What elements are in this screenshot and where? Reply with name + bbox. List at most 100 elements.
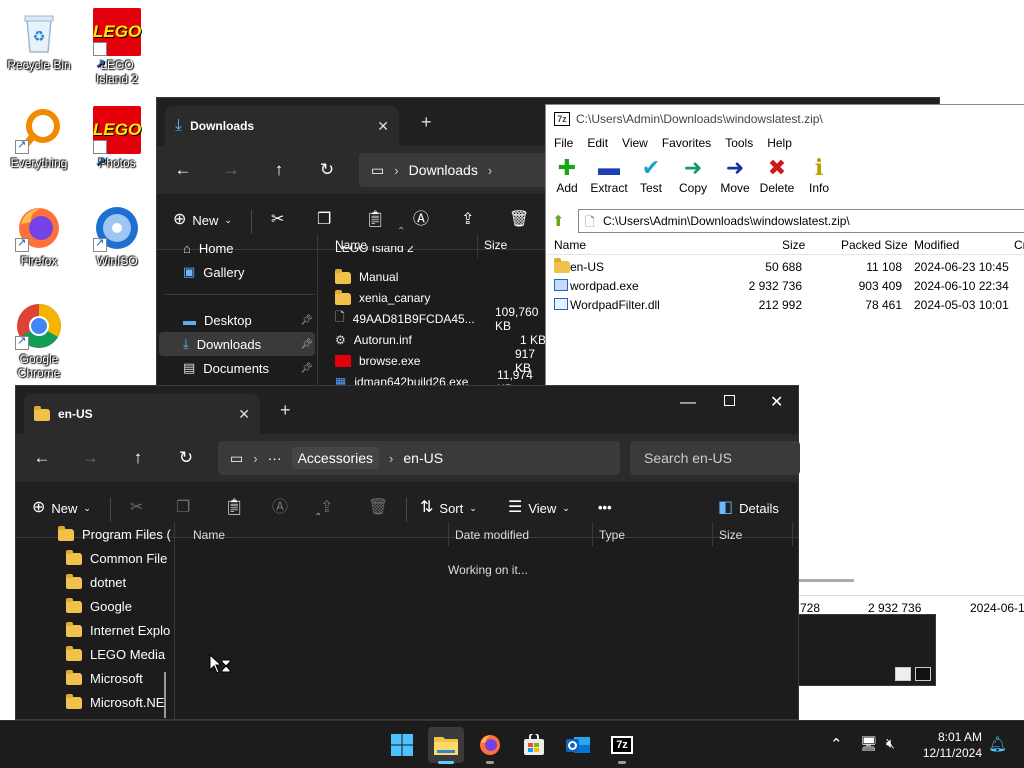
up-button[interactable]: ↑ bbox=[255, 160, 303, 180]
file-row[interactable]: xenia_canary bbox=[335, 287, 430, 308]
file-row[interactable]: 🗋︎ 49AAD81B9FCDA45... 109,760 KB bbox=[335, 305, 547, 333]
move-button[interactable]: ➜ Move bbox=[714, 155, 756, 195]
search-input[interactable]: Search en-US bbox=[630, 441, 800, 475]
cut-icon[interactable]: ✂ bbox=[271, 212, 284, 228]
share-icon[interactable]: ⇪ bbox=[461, 212, 474, 228]
pane-splitter[interactable] bbox=[174, 522, 175, 721]
notifications-bell-icon[interactable]: 🔔︎ bbox=[988, 735, 1007, 753]
copy-button[interactable]: ➜ Copy bbox=[672, 155, 714, 195]
tree-item[interactable]: Internet Explo bbox=[66, 618, 170, 642]
breadcrumb-downloads[interactable]: Downloads bbox=[409, 162, 478, 178]
nav-item-gallery[interactable]: ▣ Gallery bbox=[183, 260, 244, 284]
column-header-date[interactable]: Date modified bbox=[455, 528, 529, 542]
nav-item-desktop[interactable]: ▬ Desktop 📌︎ bbox=[183, 308, 313, 332]
show-hidden-icons-chevron[interactable]: ⌃ bbox=[830, 735, 843, 753]
up-button[interactable]: ↑ bbox=[114, 448, 162, 468]
taskbar-firefox[interactable] bbox=[472, 727, 508, 764]
breadcrumb-en-us[interactable]: en-US bbox=[403, 450, 443, 466]
column-header-size[interactable]: Size bbox=[719, 528, 742, 542]
maximize-button[interactable] bbox=[724, 395, 735, 406]
info-button[interactable]: i Info bbox=[798, 155, 840, 195]
details-button[interactable]: ◧ Details bbox=[718, 500, 779, 516]
pin-icon[interactable]: 📌︎ bbox=[300, 339, 313, 350]
back-button[interactable]: ← bbox=[159, 160, 207, 180]
column-header-packed-size[interactable]: Packed Size bbox=[841, 238, 908, 252]
nav-item-documents[interactable]: ▤ Documents 📌︎ bbox=[183, 356, 313, 380]
taskbar-store[interactable] bbox=[516, 727, 552, 763]
paste-icon[interactable]: 📋︎ bbox=[365, 212, 385, 228]
pane-splitter[interactable] bbox=[317, 234, 318, 398]
column-header-size[interactable]: Size bbox=[484, 238, 507, 252]
minimize-button[interactable]: — bbox=[680, 394, 696, 412]
desktop-icon-chrome[interactable]: Google Chrome bbox=[6, 302, 72, 380]
copy-icon[interactable]: ❐ bbox=[176, 500, 190, 516]
delete-button[interactable]: ✖ Delete bbox=[756, 155, 798, 195]
menu-view[interactable]: View bbox=[622, 136, 648, 150]
taskbar-file-explorer[interactable] bbox=[428, 727, 464, 764]
sort-button[interactable]: ⇅ Sort ⌄ bbox=[420, 500, 477, 516]
desktop-icon-winiso[interactable]: WinISO bbox=[84, 204, 150, 268]
column-header-size[interactable]: Size bbox=[782, 238, 805, 252]
taskbar-outlook[interactable] bbox=[560, 727, 596, 763]
delete-icon[interactable]: 🗑︎ bbox=[368, 500, 388, 516]
extract-button[interactable]: ▬ Extract bbox=[588, 155, 630, 195]
zip-address-input[interactable]: 🗋︎ C:\Users\Admin\Downloads\windowslates… bbox=[578, 209, 1024, 233]
tree-item[interactable]: Microsoft bbox=[66, 666, 143, 690]
menu-edit[interactable]: Edit bbox=[587, 136, 608, 150]
pin-icon[interactable]: 📌︎ bbox=[300, 363, 313, 374]
tree-item[interactable]: Common File bbox=[66, 546, 167, 570]
taskbar-7zip[interactable]: 7z bbox=[604, 727, 640, 764]
new-button[interactable]: ⊕ New ⌄ bbox=[32, 500, 91, 516]
start-button[interactable] bbox=[384, 727, 420, 763]
horizontal-scrollbar[interactable] bbox=[794, 579, 854, 582]
column-header-modified[interactable]: Modified bbox=[914, 238, 959, 252]
close-tab-icon[interactable]: ✕ bbox=[238, 406, 250, 423]
address-bar[interactable]: ▭ › ··· Accessories › en-US bbox=[218, 441, 620, 475]
tree-item[interactable]: Program Files ( bbox=[58, 522, 171, 546]
more-crumbs-icon[interactable]: ··· bbox=[268, 450, 282, 466]
file-row[interactable]: Manual bbox=[335, 266, 398, 287]
tiles-view-icon[interactable] bbox=[915, 667, 931, 681]
forward-button[interactable]: → bbox=[66, 448, 114, 468]
tab-en-us[interactable]: en-US ✕ bbox=[24, 394, 260, 434]
menu-favorites[interactable]: Favorites bbox=[662, 136, 711, 150]
tree-item[interactable]: Microsoft.NE bbox=[66, 690, 164, 714]
tree-item[interactable]: LEGO Media bbox=[66, 642, 165, 666]
file-row[interactable]: LEGO Island 2 bbox=[335, 246, 414, 258]
test-button[interactable]: ✔ Test bbox=[630, 155, 672, 195]
close-tab-icon[interactable]: ✕ bbox=[377, 118, 389, 135]
back-button[interactable]: ← bbox=[18, 448, 66, 468]
tree-item[interactable]: Google bbox=[66, 594, 132, 618]
copy-icon[interactable]: ❐ bbox=[317, 212, 331, 228]
nav-item-home[interactable]: ⌂ Home bbox=[183, 236, 234, 260]
zip-file-row[interactable]: WordpadFilter.dll 212 992 78 461 2024-05… bbox=[546, 295, 1024, 314]
column-header-extra[interactable]: Cr bbox=[1014, 238, 1024, 252]
desktop-icon-photos[interactable]: LEGO Photos bbox=[84, 106, 150, 186]
add-button[interactable]: ✚ Add bbox=[546, 155, 588, 195]
zip-file-row[interactable]: wordpad.exe 2 932 736 903 409 2024-06-10… bbox=[546, 276, 1024, 295]
delete-icon[interactable]: 🗑︎ bbox=[509, 212, 529, 228]
zip-file-row[interactable]: en-US 50 688 11 108 2024-06-23 10:45 bbox=[546, 257, 1024, 276]
column-header-type[interactable]: Type bbox=[599, 528, 625, 542]
new-tab-button[interactable]: + bbox=[421, 112, 432, 133]
column-header-name[interactable]: Name bbox=[193, 528, 225, 542]
menu-tools[interactable]: Tools bbox=[725, 136, 753, 150]
breadcrumb-accessories[interactable]: Accessories bbox=[291, 447, 380, 469]
up-folder-icon[interactable]: ⬆ bbox=[552, 212, 565, 230]
paste-icon[interactable]: 📋︎ bbox=[224, 500, 244, 516]
close-window-button[interactable]: ✕ bbox=[770, 392, 783, 412]
desktop-icon-recycle-bin[interactable]: ♻ Recycle Bin bbox=[6, 8, 72, 72]
address-bar[interactable]: ▭ › Downloads › bbox=[359, 153, 559, 187]
tab-downloads[interactable]: ⤓ Downloads ✕ bbox=[165, 106, 399, 146]
tree-item[interactable]: dotnet bbox=[66, 570, 126, 594]
network-icon[interactable]: 🖥︎ bbox=[860, 735, 878, 752]
menu-help[interactable]: Help bbox=[767, 136, 792, 150]
rename-icon[interactable]: Ⓐ bbox=[413, 212, 429, 228]
nav-item-downloads[interactable]: ⤓ Downloads 📌︎ bbox=[183, 332, 313, 356]
new-tab-button[interactable]: + bbox=[280, 400, 291, 421]
volume-muted-icon[interactable]: 🔇︎ bbox=[886, 735, 895, 752]
refresh-button[interactable]: ↻ bbox=[162, 448, 210, 468]
refresh-button[interactable]: ↻ bbox=[303, 160, 351, 180]
new-button[interactable]: ⊕ New ⌄ bbox=[173, 212, 232, 228]
column-header-name[interactable]: Name bbox=[554, 238, 586, 252]
